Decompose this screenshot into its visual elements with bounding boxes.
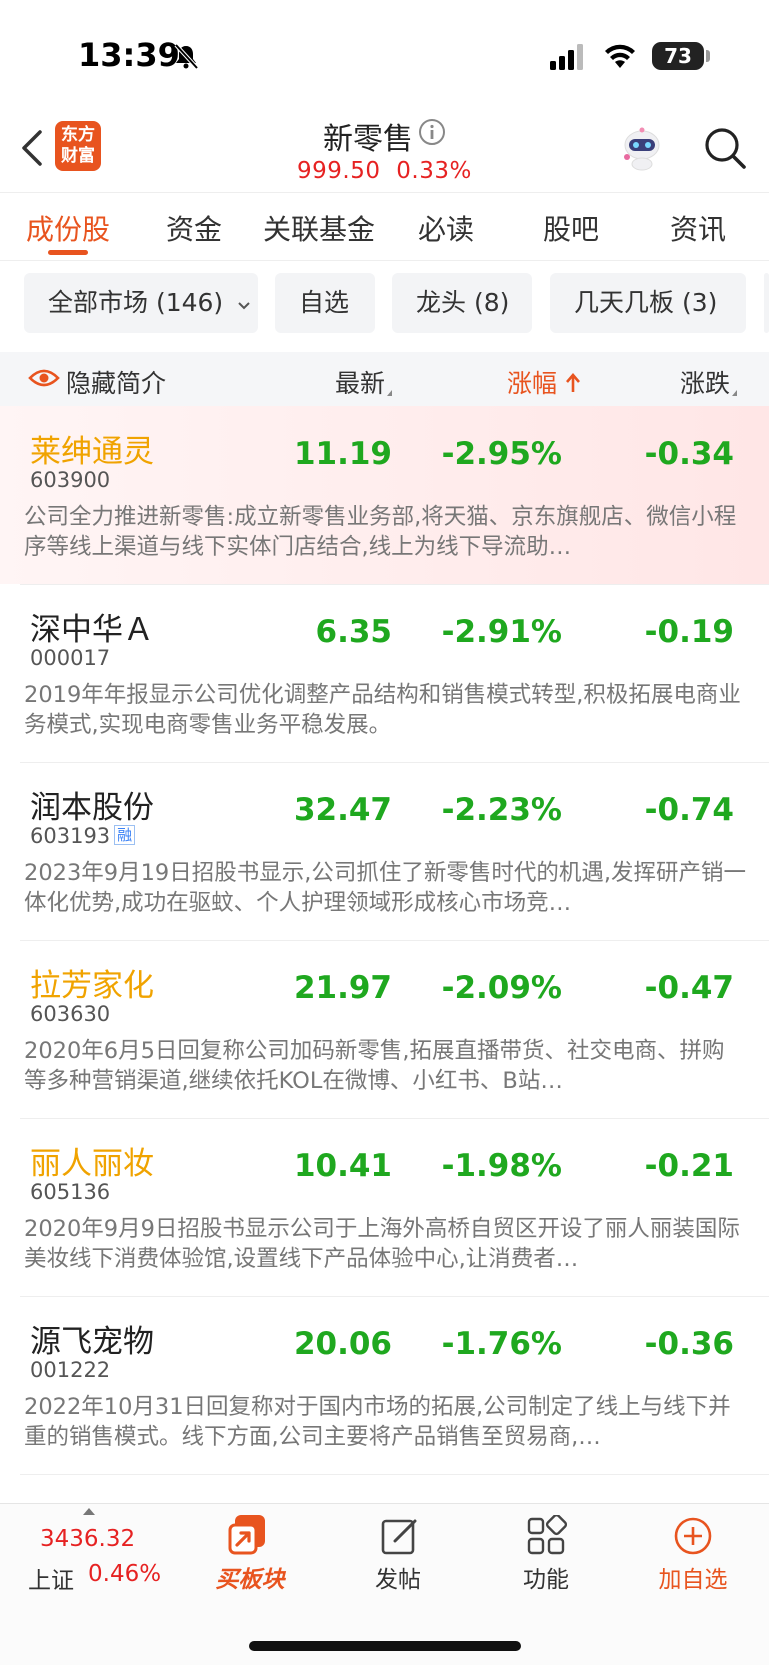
stock-change-pct: -2.23%: [441, 792, 562, 828]
stock-code: 000017: [30, 646, 111, 670]
stock-name: 莱绅通灵: [30, 434, 154, 470]
stock-change: -0.34: [644, 436, 734, 472]
stock-price: 10.41: [293, 1148, 392, 1184]
stock-change: -0.19: [644, 614, 734, 650]
stock-description: 2019年年报显示公司优化调整产品结构和销售模式转型,积极拓展电商业务模式,实现…: [24, 682, 741, 738]
stock-change: -0.21: [644, 1148, 734, 1184]
nav-buy-sector[interactable]: 买板块: [195, 1560, 305, 1594]
search-icon[interactable]: [703, 126, 747, 170]
stock-change-pct: -2.91%: [441, 614, 562, 650]
stock-change-pct: -1.76%: [441, 1326, 562, 1362]
stock-price: 21.97: [293, 970, 392, 1006]
stock-price: 20.06: [293, 1326, 392, 1362]
stock-name: 拉芳家化: [30, 968, 154, 1004]
stock-name: 丽人丽妆: [30, 1146, 154, 1182]
filter-watchlist[interactable]: 自选: [275, 273, 375, 333]
margin-trading-badge: 融: [114, 825, 136, 845]
ai-robot-icon[interactable]: [618, 124, 666, 172]
stock-name: 润本股份: [30, 790, 154, 826]
sort-up-arrow-icon: [565, 373, 580, 392]
column-latest[interactable]: 最新: [335, 364, 393, 400]
toggle-intro-label[interactable]: 隐藏简介: [66, 364, 166, 400]
tab-funds[interactable]: 资金: [166, 208, 222, 248]
column-change-label: 涨跌: [680, 369, 731, 398]
stock-name: 深中华Ａ: [30, 612, 154, 648]
row-divider: [20, 1474, 769, 1475]
filter-consecutive-limit[interactable]: 几天几板 (3): [550, 273, 746, 333]
page-title: 新零售: [323, 122, 413, 157]
stock-description: 公司全力推进新零售:成立新零售业务部,将天猫、京东旗舰店、微信小程序等线上渠道与…: [24, 504, 737, 560]
nav-post[interactable]: 发帖: [343, 1560, 453, 1594]
column-change-pct-label: 涨幅: [507, 369, 558, 398]
stock-change: -0.47: [644, 970, 734, 1006]
nav-add-watchlist[interactable]: 加自选: [638, 1560, 748, 1594]
stock-description: 2020年6月5日回复称公司加码新零售,拓展直播带货、社交电商、拼购等多种营销渠…: [24, 1038, 725, 1094]
add-watchlist-icon[interactable]: [672, 1515, 714, 1557]
stock-code: 603900: [30, 468, 111, 492]
filter-all-markets[interactable]: 全部市场 (146): [24, 273, 258, 333]
filter-leaders[interactable]: 龙头 (8): [392, 273, 532, 333]
compose-icon[interactable]: [379, 1515, 421, 1557]
stock-code: 001222: [30, 1358, 111, 1382]
stock-description: 2022年10月31日回复称对于国内市场的拓展,公司制定了线上与线下并重的销售模…: [24, 1394, 731, 1450]
wifi-icon: [605, 44, 635, 68]
stock-description: 2020年9月9日招股书显示公司于上海外高桥自贸区开设了丽人丽装国际美妆线下消费…: [24, 1216, 740, 1272]
tab-constituents[interactable]: 成份股: [26, 208, 110, 248]
filter-all-markets-label: 全部市场 (146): [48, 288, 224, 317]
column-latest-label: 最新: [335, 369, 386, 398]
info-icon[interactable]: [418, 118, 446, 146]
stock-price: 11.19: [293, 436, 392, 472]
stock-change-pct: -2.95%: [441, 436, 562, 472]
tabs-divider: [0, 260, 769, 261]
tab-active-indicator: [48, 250, 88, 255]
stock-description: 2023年9月19日招股书显示,公司抓住了新零售时代的机遇,发挥研产销一体化优势…: [24, 860, 746, 916]
stock-price: 6.35: [315, 614, 393, 650]
back-icon[interactable]: [18, 128, 48, 168]
expand-up-icon[interactable]: [83, 1508, 95, 1515]
tab-must-read[interactable]: 必读: [418, 208, 474, 248]
sort-indicator-icon: [387, 390, 393, 396]
signal-icon: [550, 44, 583, 70]
app-logo: 东方 财富: [55, 121, 101, 171]
sector-change-pct: 0.33%: [396, 158, 472, 184]
sector-price: 999.50: [297, 158, 381, 184]
stock-change-pct: -2.09%: [441, 970, 562, 1006]
index-value[interactable]: 3436.32: [40, 1526, 135, 1552]
chevron-down-icon: [238, 302, 250, 310]
stock-name: 源飞宠物: [30, 1324, 154, 1360]
logo-text-top: 东方: [61, 125, 95, 145]
stock-code: 605136: [30, 1180, 111, 1204]
stock-price: 32.47: [293, 792, 392, 828]
nav-functions[interactable]: 功能: [491, 1560, 601, 1594]
sector-quote: 999.50 0.33%: [297, 158, 472, 184]
stock-code: 603193: [30, 824, 111, 848]
buy-sector-icon[interactable]: [227, 1513, 273, 1557]
battery-indicator: 73: [652, 42, 704, 70]
functions-icon[interactable]: [525, 1515, 567, 1557]
logo-text-bottom: 财富: [61, 146, 95, 166]
header-divider: [0, 192, 769, 193]
tab-forum[interactable]: 股吧: [543, 208, 599, 248]
filter-more-edge: [764, 273, 769, 333]
home-indicator[interactable]: [249, 1641, 521, 1651]
column-change[interactable]: 涨跌: [680, 364, 738, 400]
tab-news[interactable]: 资讯: [670, 208, 726, 248]
bell-muted-icon: [174, 43, 199, 70]
tab-related-funds[interactable]: 关联基金: [263, 208, 375, 248]
status-time: 13:39: [78, 36, 180, 74]
stock-change: -0.36: [644, 1326, 734, 1362]
sort-indicator-icon: [732, 390, 738, 396]
column-change-pct[interactable]: 涨幅: [507, 364, 581, 400]
eye-icon[interactable]: [28, 366, 60, 390]
battery-cap: [706, 50, 710, 62]
stock-code-line: 603193 融: [30, 824, 136, 848]
stock-change: -0.74: [644, 792, 734, 828]
stock-change-pct: -1.98%: [441, 1148, 562, 1184]
index-name[interactable]: 上证: [28, 1561, 74, 1595]
index-change-pct[interactable]: 0.46%: [88, 1561, 161, 1587]
stock-code: 603630: [30, 1002, 111, 1026]
